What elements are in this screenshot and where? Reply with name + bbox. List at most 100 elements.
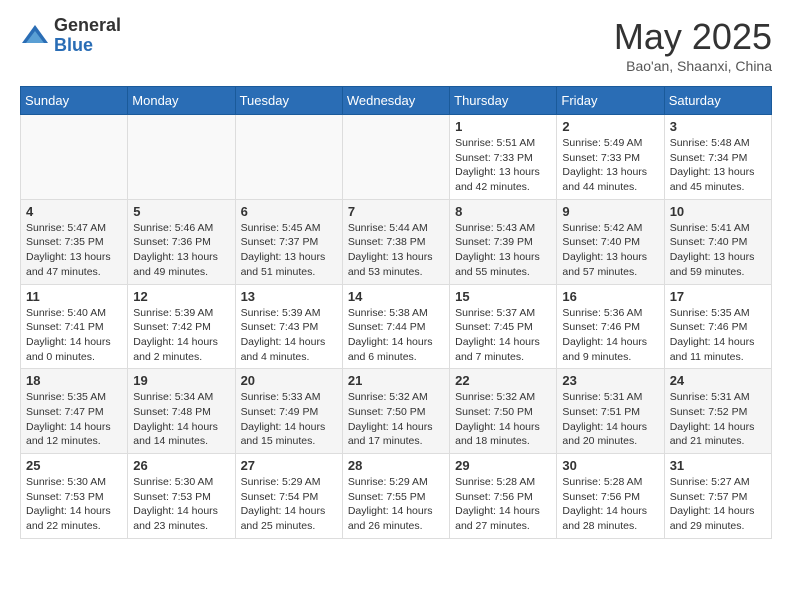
calendar-cell: 29Sunrise: 5:28 AM Sunset: 7:56 PM Dayli… [450, 454, 557, 539]
calendar-cell: 24Sunrise: 5:31 AM Sunset: 7:52 PM Dayli… [664, 369, 771, 454]
day-info: Sunrise: 5:47 AM Sunset: 7:35 PM Dayligh… [26, 221, 122, 280]
calendar-week-row: 25Sunrise: 5:30 AM Sunset: 7:53 PM Dayli… [21, 454, 772, 539]
day-number: 31 [670, 458, 766, 473]
calendar-cell: 3 Sunrise: 5:48 AM Sunset: 7:34 PM Daylig… [664, 115, 771, 200]
day-number: 1 [455, 119, 551, 134]
calendar-cell: 23 Sunrise: 5:31 AM Sunset: 7:51 PM Dayli… [557, 369, 664, 454]
calendar-week-row: 11Sunrise: 5:40 AM Sunset: 7:41 PM Dayli… [21, 284, 772, 369]
day-info: Sunrise: 5:38 AM Sunset: 7:44 PM Dayligh… [348, 306, 444, 365]
day-number: 2 [562, 119, 658, 134]
day-number: 26 [133, 458, 229, 473]
calendar-header-monday: Monday [128, 87, 235, 115]
calendar-header-tuesday: Tuesday [235, 87, 342, 115]
day-number: 30 [562, 458, 658, 473]
calendar-cell: 25Sunrise: 5:30 AM Sunset: 7:53 PM Dayli… [21, 454, 128, 539]
day-info: Sunrise: 5:43 AM Sunset: 7:39 PM Dayligh… [455, 221, 551, 280]
calendar-cell: 4 Sunrise: 5:47 AM Sunset: 7:35 PM Daylig… [21, 199, 128, 284]
day-number: 23 [562, 373, 658, 388]
calendar-cell [235, 115, 342, 200]
day-info: Sunrise: 5:46 AM Sunset: 7:36 PM Dayligh… [133, 221, 229, 280]
day-info: Sunrise: 5:35 AM Sunset: 7:46 PM Dayligh… [670, 306, 766, 365]
day-info: Sunrise: 5:51 AM Sunset: 7:33 PM Dayligh… [455, 136, 551, 195]
day-info: Sunrise: 5:31 AM Sunset: 7:52 PM Dayligh… [670, 390, 766, 449]
day-info: Sunrise: 5:48 AM Sunset: 7:34 PM Dayligh… [670, 136, 766, 195]
day-info: Sunrise: 5:32 AM Sunset: 7:50 PM Dayligh… [455, 390, 551, 449]
day-number: 16 [562, 289, 658, 304]
day-number: 7 [348, 204, 444, 219]
calendar-cell: 1 Sunrise: 5:51 AM Sunset: 7:33 PM Daylig… [450, 115, 557, 200]
day-number: 18 [26, 373, 122, 388]
calendar-week-row: 4 Sunrise: 5:47 AM Sunset: 7:35 PM Daylig… [21, 199, 772, 284]
calendar-week-row: 1 Sunrise: 5:51 AM Sunset: 7:33 PM Daylig… [21, 115, 772, 200]
location: Bao'an, Shaanxi, China [614, 58, 772, 74]
logo-general: General [54, 16, 121, 36]
calendar-cell: 11Sunrise: 5:40 AM Sunset: 7:41 PM Dayli… [21, 284, 128, 369]
calendar-cell: 14 Sunrise: 5:38 AM Sunset: 7:44 PM Dayli… [342, 284, 449, 369]
day-number: 21 [348, 373, 444, 388]
day-number: 4 [26, 204, 122, 219]
day-info: Sunrise: 5:39 AM Sunset: 7:43 PM Dayligh… [241, 306, 337, 365]
calendar-header-wednesday: Wednesday [342, 87, 449, 115]
day-info: Sunrise: 5:34 AM Sunset: 7:48 PM Dayligh… [133, 390, 229, 449]
day-info: Sunrise: 5:44 AM Sunset: 7:38 PM Dayligh… [348, 221, 444, 280]
day-info: Sunrise: 5:30 AM Sunset: 7:53 PM Dayligh… [133, 475, 229, 534]
calendar-cell: 13Sunrise: 5:39 AM Sunset: 7:43 PM Dayli… [235, 284, 342, 369]
logo-blue: Blue [54, 36, 121, 56]
calendar-cell: 15 Sunrise: 5:37 AM Sunset: 7:45 PM Dayli… [450, 284, 557, 369]
day-number: 6 [241, 204, 337, 219]
day-info: Sunrise: 5:28 AM Sunset: 7:56 PM Dayligh… [562, 475, 658, 534]
day-info: Sunrise: 5:33 AM Sunset: 7:49 PM Dayligh… [241, 390, 337, 449]
day-info: Sunrise: 5:29 AM Sunset: 7:54 PM Dayligh… [241, 475, 337, 534]
calendar-header-row: SundayMondayTuesdayWednesdayThursdayFrid… [21, 87, 772, 115]
day-number: 8 [455, 204, 551, 219]
logo: General Blue [20, 16, 121, 56]
calendar-header-thursday: Thursday [450, 87, 557, 115]
calendar-cell: 30 Sunrise: 5:28 AM Sunset: 7:56 PM Dayli… [557, 454, 664, 539]
day-info: Sunrise: 5:40 AM Sunset: 7:41 PM Dayligh… [26, 306, 122, 365]
day-number: 5 [133, 204, 229, 219]
day-number: 14 [348, 289, 444, 304]
day-info: Sunrise: 5:30 AM Sunset: 7:53 PM Dayligh… [26, 475, 122, 534]
day-info: Sunrise: 5:31 AM Sunset: 7:51 PM Dayligh… [562, 390, 658, 449]
calendar-cell [342, 115, 449, 200]
calendar-cell [128, 115, 235, 200]
calendar-cell: 22 Sunrise: 5:32 AM Sunset: 7:50 PM Dayli… [450, 369, 557, 454]
calendar-cell: 27 Sunrise: 5:29 AM Sunset: 7:54 PM Dayli… [235, 454, 342, 539]
day-number: 20 [241, 373, 337, 388]
day-number: 15 [455, 289, 551, 304]
calendar-cell: 18Sunrise: 5:35 AM Sunset: 7:47 PM Dayli… [21, 369, 128, 454]
calendar-cell: 21 Sunrise: 5:32 AM Sunset: 7:50 PM Dayli… [342, 369, 449, 454]
calendar-cell: 5 Sunrise: 5:46 AM Sunset: 7:36 PM Daylig… [128, 199, 235, 284]
day-number: 27 [241, 458, 337, 473]
calendar-header-friday: Friday [557, 87, 664, 115]
calendar-cell: 2Sunrise: 5:49 AM Sunset: 7:33 PM Daylig… [557, 115, 664, 200]
day-number: 22 [455, 373, 551, 388]
calendar-cell: 16Sunrise: 5:36 AM Sunset: 7:46 PM Dayli… [557, 284, 664, 369]
day-number: 3 [670, 119, 766, 134]
day-info: Sunrise: 5:29 AM Sunset: 7:55 PM Dayligh… [348, 475, 444, 534]
calendar-cell: 26 Sunrise: 5:30 AM Sunset: 7:53 PM Dayli… [128, 454, 235, 539]
calendar-week-row: 18Sunrise: 5:35 AM Sunset: 7:47 PM Dayli… [21, 369, 772, 454]
day-info: Sunrise: 5:41 AM Sunset: 7:40 PM Dayligh… [670, 221, 766, 280]
day-info: Sunrise: 5:42 AM Sunset: 7:40 PM Dayligh… [562, 221, 658, 280]
day-number: 10 [670, 204, 766, 219]
calendar-cell: 8 Sunrise: 5:43 AM Sunset: 7:39 PM Daylig… [450, 199, 557, 284]
calendar-cell: 10 Sunrise: 5:41 AM Sunset: 7:40 PM Dayli… [664, 199, 771, 284]
calendar-cell: 6Sunrise: 5:45 AM Sunset: 7:37 PM Daylig… [235, 199, 342, 284]
day-info: Sunrise: 5:37 AM Sunset: 7:45 PM Dayligh… [455, 306, 551, 365]
day-number: 12 [133, 289, 229, 304]
calendar-cell: 12Sunrise: 5:39 AM Sunset: 7:42 PM Dayli… [128, 284, 235, 369]
calendar-cell: 20 Sunrise: 5:33 AM Sunset: 7:49 PM Dayli… [235, 369, 342, 454]
calendar-cell: 19Sunrise: 5:34 AM Sunset: 7:48 PM Dayli… [128, 369, 235, 454]
calendar-cell: 28 Sunrise: 5:29 AM Sunset: 7:55 PM Dayli… [342, 454, 449, 539]
day-number: 28 [348, 458, 444, 473]
day-info: Sunrise: 5:32 AM Sunset: 7:50 PM Dayligh… [348, 390, 444, 449]
day-info: Sunrise: 5:28 AM Sunset: 7:56 PM Dayligh… [455, 475, 551, 534]
day-number: 9 [562, 204, 658, 219]
calendar-cell [21, 115, 128, 200]
calendar-header-saturday: Saturday [664, 87, 771, 115]
calendar: SundayMondayTuesdayWednesdayThursdayFrid… [20, 86, 772, 539]
calendar-cell: 9 Sunrise: 5:42 AM Sunset: 7:40 PM Daylig… [557, 199, 664, 284]
calendar-header-sunday: Sunday [21, 87, 128, 115]
logo-text: General Blue [54, 16, 121, 56]
